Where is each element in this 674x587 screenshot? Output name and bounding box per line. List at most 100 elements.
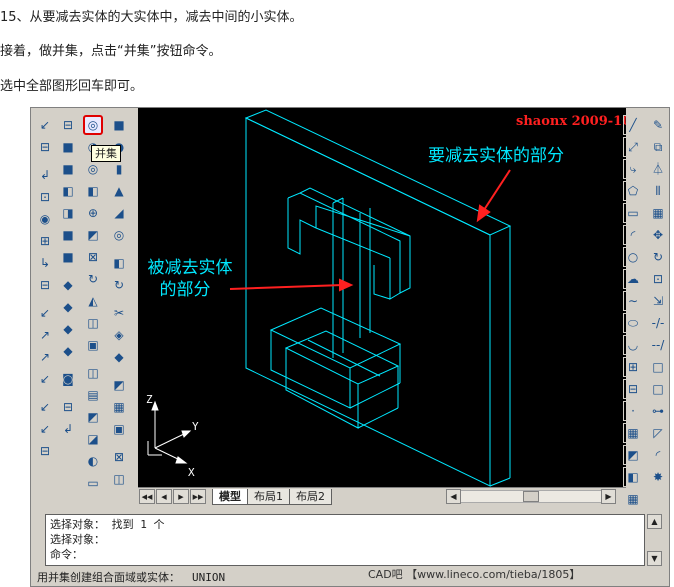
left-view-icon[interactable]: ◧: [58, 181, 78, 201]
ucs-y-icon[interactable]: ↙: [35, 397, 55, 417]
offset-faces-icon[interactable]: ◩: [83, 225, 103, 245]
ellipse-arc-icon[interactable]: ◡: [623, 335, 643, 355]
mass-props-icon[interactable]: ◫: [109, 469, 129, 489]
scale-icon[interactable]: ⊡: [648, 269, 668, 289]
area-icon[interactable]: ⊟: [35, 137, 55, 157]
section-icon[interactable]: ◈: [109, 325, 129, 345]
join-icon[interactable]: ⊶: [648, 401, 668, 421]
bottom-view-icon[interactable]: ■: [58, 159, 78, 179]
chamfer-icon[interactable]: ◸: [648, 423, 668, 443]
tab-first-icon[interactable]: ◀◀: [139, 489, 155, 504]
ucs-world-icon[interactable]: ◉: [35, 209, 55, 229]
setup-drawing-icon[interactable]: ◩: [109, 375, 129, 395]
cone-icon[interactable]: ▲: [109, 181, 129, 201]
move-faces-icon[interactable]: ⊕: [83, 203, 103, 223]
line-icon[interactable]: ╱: [623, 115, 643, 135]
break-icon[interactable]: □: [648, 379, 668, 399]
ucs-object-icon[interactable]: ⊞: [35, 231, 55, 251]
explode-icon[interactable]: ✸: [648, 467, 668, 487]
right-view-icon[interactable]: ◨: [58, 203, 78, 223]
tab-next-icon[interactable]: ▶: [173, 489, 189, 504]
clean-icon[interactable]: ◪: [83, 429, 103, 449]
command-window[interactable]: 选择对象： 找到 1 个 选择对象： 命令：: [45, 514, 645, 566]
revcloud-icon[interactable]: ☁: [623, 269, 643, 289]
tab-prev-icon[interactable]: ◀: [156, 489, 172, 504]
wedge-icon[interactable]: ◢: [109, 203, 129, 223]
copy-edges-icon[interactable]: ◫: [83, 363, 103, 383]
nw-iso-icon[interactable]: ◆: [58, 341, 78, 361]
offset-icon[interactable]: ⫴: [648, 181, 668, 201]
break-point-icon[interactable]: □: [648, 357, 668, 377]
hatch-icon[interactable]: ▦: [623, 423, 643, 443]
setup-view-icon[interactable]: ▦: [109, 397, 129, 417]
extrude-faces-icon[interactable]: ◧: [83, 181, 103, 201]
tab-last-icon[interactable]: ▶▶: [190, 489, 206, 504]
front-view-icon[interactable]: ■: [58, 225, 78, 245]
top-view-icon[interactable]: ■: [58, 137, 78, 157]
gradient-icon[interactable]: ◩: [623, 445, 643, 465]
trim-icon[interactable]: -/-: [648, 313, 668, 333]
camera-icon[interactable]: ◙: [58, 369, 78, 389]
scroll-track[interactable]: [461, 490, 601, 503]
array-icon[interactable]: ▦: [648, 203, 668, 223]
ucs-x-icon[interactable]: ↙: [35, 369, 55, 389]
interfere-icon[interactable]: ◆: [109, 347, 129, 367]
ucs-icon[interactable]: ↲: [35, 165, 55, 185]
ucs-z-axis-icon[interactable]: ↗: [35, 325, 55, 345]
scroll-down-icon[interactable]: ▼: [647, 551, 662, 566]
separate-icon[interactable]: ◐: [83, 451, 103, 471]
ucs-view-icon[interactable]: ⊟: [35, 275, 55, 295]
scroll-up-icon[interactable]: ▲: [647, 514, 662, 529]
command-scrollbar[interactable]: ▲ ▼: [647, 514, 662, 566]
arc-icon[interactable]: ◜: [623, 225, 643, 245]
sw-iso-icon[interactable]: ◆: [58, 275, 78, 295]
color-edges-icon[interactable]: ▤: [83, 385, 103, 405]
extrude-icon[interactable]: ◧: [109, 253, 129, 273]
rotate-icon[interactable]: ↻: [648, 247, 668, 267]
point-icon[interactable]: ·: [623, 401, 643, 421]
circle-icon[interactable]: ○: [623, 247, 643, 267]
polyline-icon[interactable]: ⤷: [623, 159, 643, 179]
intersect-icon[interactable]: ◎: [83, 159, 103, 179]
scroll-right-icon[interactable]: ▶: [601, 489, 616, 504]
copy-faces-icon[interactable]: ◫: [83, 313, 103, 333]
delete-faces-icon[interactable]: ⊠: [83, 247, 103, 267]
ucs-origin-icon[interactable]: ↙: [35, 303, 55, 323]
shell-icon[interactable]: ▭: [83, 473, 103, 493]
fillet-icon[interactable]: ◜: [648, 445, 668, 465]
ucs-z-icon[interactable]: ↙: [35, 419, 55, 439]
ucs-apply-icon[interactable]: ⊟: [35, 441, 55, 461]
rotate-faces-icon[interactable]: ↻: [83, 269, 103, 289]
ellipse-icon[interactable]: ⬭: [623, 313, 643, 333]
ucs-previous-icon[interactable]: ⊡: [35, 187, 55, 207]
back-view-icon[interactable]: ■: [58, 247, 78, 267]
horizontal-scrollbar[interactable]: ◀ ▶: [446, 489, 616, 504]
command-prompt[interactable]: 命令：: [50, 547, 640, 562]
imprint-icon[interactable]: ◩: [83, 407, 103, 427]
tab-layout1[interactable]: 布局1: [247, 488, 290, 505]
cylinder-icon[interactable]: ▮: [109, 159, 129, 179]
ucs-face-icon[interactable]: ↳: [35, 253, 55, 273]
scroll-thumb[interactable]: [523, 491, 539, 502]
ucs-3point-icon[interactable]: ↗: [35, 347, 55, 367]
make-block-icon[interactable]: ⊟: [623, 379, 643, 399]
copy-icon[interactable]: ⧉: [648, 137, 668, 157]
table-icon[interactable]: ▦: [623, 489, 643, 509]
insert-block-icon[interactable]: ⊞: [623, 357, 643, 377]
tab-model[interactable]: 模型: [212, 488, 248, 505]
drawing-viewport[interactable]: shaonx 2009-10-25 要减去实体的部分 被减去实体 的部分 Z Y…: [138, 108, 626, 487]
ucs-manager-icon[interactable]: ⊟: [58, 397, 78, 417]
region-icon[interactable]: ⊠: [109, 447, 129, 467]
named-views-icon[interactable]: ⊟: [58, 115, 78, 135]
ne-iso-icon[interactable]: ◆: [58, 319, 78, 339]
extend-icon[interactable]: --/: [648, 335, 668, 355]
mirror-icon[interactable]: ⏃: [648, 159, 668, 179]
erase-icon[interactable]: ✎: [648, 115, 668, 135]
color-faces-icon[interactable]: ▣: [83, 335, 103, 355]
stretch-icon[interactable]: ⇲: [648, 291, 668, 311]
setup-profile-icon[interactable]: ▣: [109, 419, 129, 439]
slice-icon[interactable]: ✂: [109, 303, 129, 323]
tab-layout2[interactable]: 布局2: [289, 488, 332, 505]
construction-line-icon[interactable]: ⤢: [623, 137, 643, 157]
spline-icon[interactable]: ∼: [623, 291, 643, 311]
